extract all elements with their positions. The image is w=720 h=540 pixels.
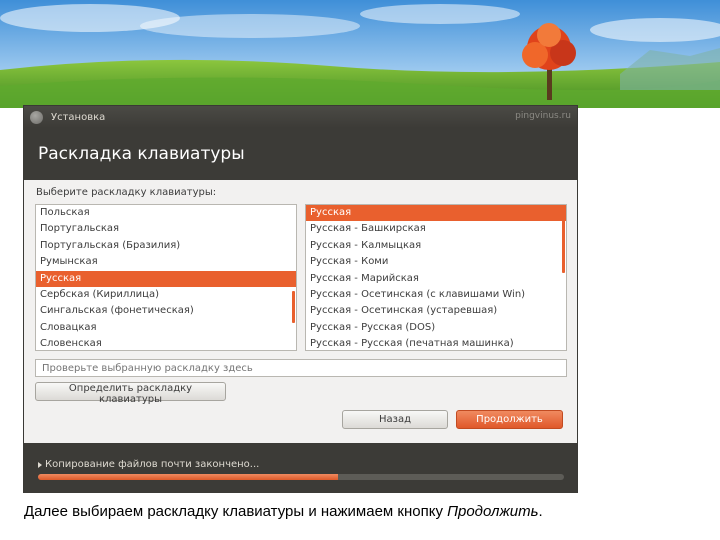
back-button[interactable]: Назад: [342, 410, 448, 429]
detect-layout-button[interactable]: Определить раскладку клавиатуры: [35, 382, 226, 405]
layout-list-item[interactable]: Сербская (Кириллица): [36, 287, 296, 303]
caption-text: Далее выбираем раскладку клавиатуры и на…: [24, 503, 448, 520]
page-title: Раскладка клавиатуры: [38, 144, 245, 164]
layout-list-item[interactable]: Словацкая: [36, 320, 296, 336]
layout-test-input[interactable]: [35, 359, 567, 377]
window-titlebar: Установка pingvinus.ru: [24, 106, 577, 128]
window-title: Установка: [51, 111, 106, 123]
variant-list-item[interactable]: Русская - Осетинская (устаревшая): [306, 303, 566, 319]
installer-window: Установка pingvinus.ru Раскладка клавиат…: [23, 105, 578, 493]
progress-label: Копирование файлов почти закончено...: [45, 459, 260, 470]
layout-list-item[interactable]: Сингальская (фонетическая): [36, 303, 296, 319]
variant-list-item[interactable]: Русская - Русская (DOS): [306, 320, 566, 336]
progress-bar: [38, 474, 564, 480]
progress-footer: Копирование файлов почти закончено...: [24, 443, 577, 493]
layout-list-item[interactable]: Португальская: [36, 221, 296, 237]
variant-list[interactable]: Русская Русская - Башкирская Русская - К…: [305, 204, 567, 351]
variant-list-item[interactable]: Русская - Башкирская: [306, 221, 566, 237]
variant-list-item[interactable]: Русская - Русская (печатная машинка): [306, 336, 566, 350]
variant-list-item[interactable]: Русская: [306, 205, 566, 222]
layout-list-scrollbar[interactable]: [292, 291, 295, 323]
variant-list-item[interactable]: Русская - Коми: [306, 254, 566, 270]
layout-list-item[interactable]: Словенская: [36, 336, 296, 350]
layout-list-item[interactable]: Польская: [36, 205, 296, 221]
layout-list-item[interactable]: Румынская: [36, 254, 296, 270]
page-header: Раскладка клавиатуры: [24, 128, 577, 180]
watermark: pingvinus.ru: [515, 111, 571, 121]
progress-fill: [38, 474, 338, 480]
close-icon[interactable]: [30, 110, 43, 124]
variant-list-item[interactable]: Русская - Осетинская (с клавишами Win): [306, 287, 566, 303]
layout-list-item[interactable]: Русская: [36, 270, 296, 287]
expand-arrow-icon[interactable]: [38, 462, 42, 468]
banner-art: [0, 0, 720, 108]
caption-end: .: [538, 503, 543, 520]
continue-button[interactable]: Продолжить: [456, 410, 563, 429]
variant-list-scrollbar[interactable]: [562, 207, 565, 273]
caption: Далее выбираем раскладку клавиатуры и на…: [24, 503, 543, 520]
decorative-banner: [0, 0, 720, 108]
variant-list-item[interactable]: Русская - Марийская: [306, 271, 566, 287]
caption-emphasis: Продолжить: [447, 503, 539, 520]
layout-list-item[interactable]: Португальская (Бразилия): [36, 238, 296, 254]
layout-prompt: Выберите раскладку клавиатуры:: [36, 187, 217, 198]
variant-list-item[interactable]: Русская - Калмыцкая: [306, 238, 566, 254]
layout-list[interactable]: Польская Португальская Португальская (Бр…: [35, 204, 297, 351]
